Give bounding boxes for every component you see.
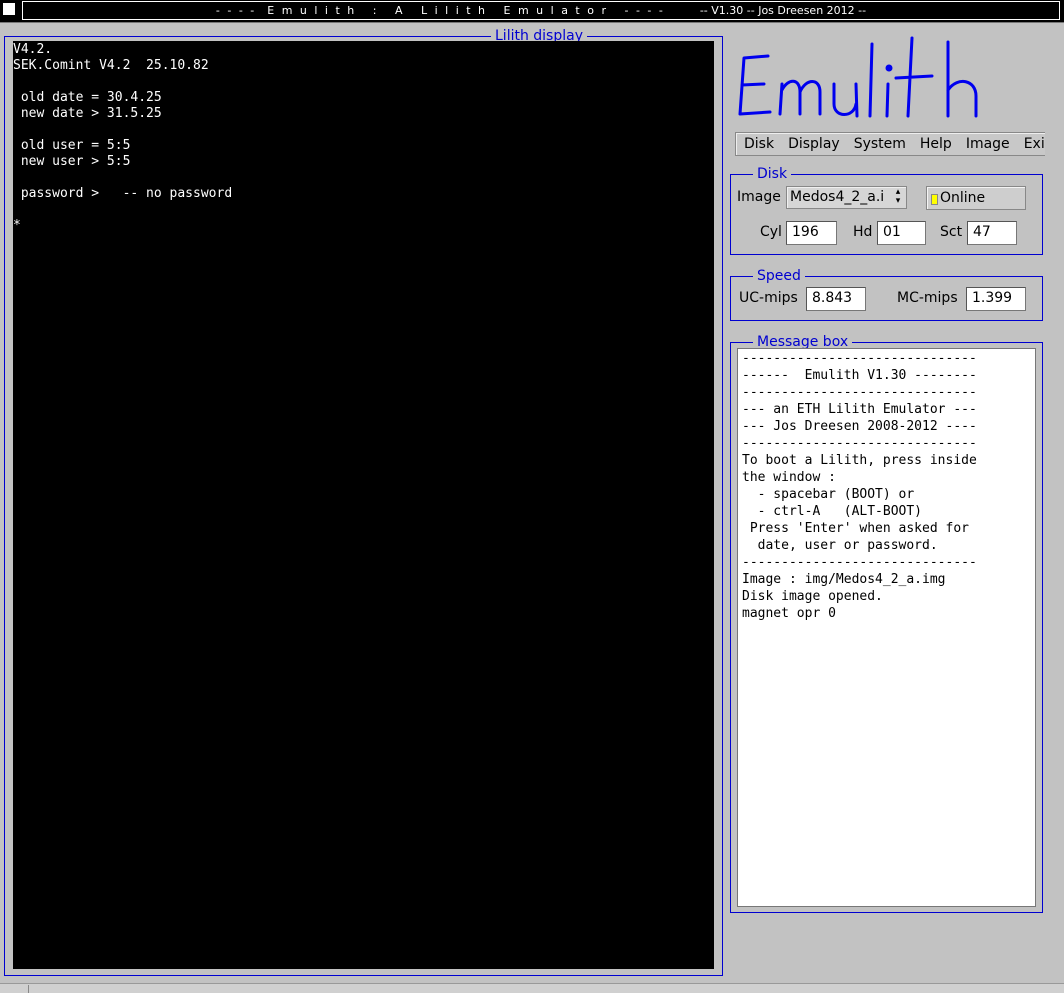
- screen-line: *: [13, 218, 21, 233]
- screen-line: old user = 5:5: [13, 138, 131, 153]
- mc-mips-field[interactable]: 1.399: [966, 287, 1026, 311]
- cyl-field[interactable]: 196: [786, 221, 837, 245]
- sct-field[interactable]: 47: [967, 221, 1017, 245]
- screen-line: [13, 122, 714, 138]
- menu-display[interactable]: Display: [781, 133, 847, 155]
- screen-line: new date > 31.5.25: [13, 106, 162, 121]
- sct-label: Sct: [940, 224, 963, 240]
- message-line: ------------------------------: [742, 351, 977, 366]
- message-line: - ctrl-A (ALT-BOOT): [742, 504, 923, 519]
- emulith-logo: [738, 36, 978, 118]
- window-version: -- V1.30 -- Jos Dreesen 2012 --: [699, 4, 867, 17]
- hd-field[interactable]: 01: [877, 221, 926, 245]
- menu-image[interactable]: Image: [959, 133, 1017, 155]
- message-line: - spacebar (BOOT) or: [742, 487, 915, 502]
- screen-line: old date = 30.4.25: [13, 90, 162, 105]
- mc-mips-label: MC-mips: [897, 290, 958, 306]
- message-line: --- Jos Dreesen 2008-2012 ----: [742, 419, 977, 434]
- menu-system[interactable]: System: [847, 133, 913, 155]
- message-line: ------ Emulith V1.30 --------: [742, 368, 977, 383]
- screen-line: [13, 74, 714, 90]
- message-line: Press 'Enter' when asked for: [742, 521, 969, 536]
- window-title-bar[interactable]: - - - - E m u l i t h : A L i l i t h E …: [0, 0, 1064, 23]
- main-menubar: DiskDisplaySystemHelpImageExit: [735, 132, 1045, 156]
- screen-line: [13, 202, 714, 218]
- window-menu-button[interactable]: [2, 2, 16, 16]
- screen-line: [13, 170, 714, 186]
- uc-mips-field[interactable]: 8.843: [806, 287, 866, 311]
- screen-line: new user > 5:5: [13, 154, 131, 169]
- online-button[interactable]: Online: [926, 186, 1026, 210]
- bottom-scrollbar[interactable]: [0, 983, 1064, 993]
- screen-line: password > -- no password: [13, 186, 233, 201]
- message-line: magnet opr 0: [742, 606, 836, 621]
- message-line: To boot a Lilith, press inside: [742, 453, 977, 468]
- uc-mips-label: UC-mips: [739, 290, 798, 306]
- updown-arrows-icon: ▴ ▾: [892, 188, 904, 207]
- message-line: ------------------------------: [742, 436, 977, 451]
- screen-line: SEK.Comint V4.2 25.10.82: [13, 58, 209, 73]
- scrollbar-divider: [28, 985, 29, 993]
- message-line: the window :: [742, 470, 836, 485]
- message-line: Disk image opened.: [742, 589, 883, 604]
- hd-label: Hd: [853, 224, 873, 240]
- online-button-label: Online: [940, 190, 986, 206]
- message-line: Image : img/Medos4_2_a.img: [742, 572, 946, 587]
- message-line: ------------------------------: [742, 385, 977, 400]
- title-text-area: - - - - E m u l i t h : A L i l i t h E …: [22, 1, 1060, 20]
- disk-legend: Disk: [753, 166, 792, 182]
- message-line: ------------------------------: [742, 555, 977, 570]
- online-status-led-icon: [931, 194, 938, 205]
- image-select[interactable]: Medos4_2_a.i ▴ ▾: [786, 186, 907, 209]
- message-box-group: Message box ----------------------------…: [730, 334, 1043, 913]
- screen-line: V4.2.: [13, 42, 53, 57]
- speed-legend: Speed: [753, 268, 805, 284]
- menu-help[interactable]: Help: [913, 133, 959, 155]
- message-line: --- an ETH Lilith Emulator ---: [742, 402, 977, 417]
- menu-exit[interactable]: Exit: [1017, 133, 1045, 155]
- image-label: Image: [737, 189, 781, 205]
- lilith-screen[interactable]: V4.2. SEK.Comint V4.2 25.10.82 old date =…: [13, 41, 714, 969]
- message-box[interactable]: ------------------------------ ------ Emu…: [737, 348, 1036, 907]
- cyl-label: Cyl: [760, 224, 782, 240]
- message-line: date, user or password.: [742, 538, 938, 553]
- image-select-value: Medos4_2_a.i: [790, 189, 885, 205]
- window-title: - - - - E m u l i t h : A L i l i t h E …: [215, 4, 665, 17]
- menu-disk[interactable]: Disk: [736, 133, 781, 155]
- speed-group: Speed UC-mips 8.843 MC-mips 1.399: [730, 268, 1043, 321]
- disk-group: Disk Image Medos4_2_a.i ▴ ▾ Online Cyl 19…: [730, 166, 1043, 255]
- lilith-display-group: Lilith display V4.2. SEK.Comint V4.2 25.1…: [4, 28, 723, 976]
